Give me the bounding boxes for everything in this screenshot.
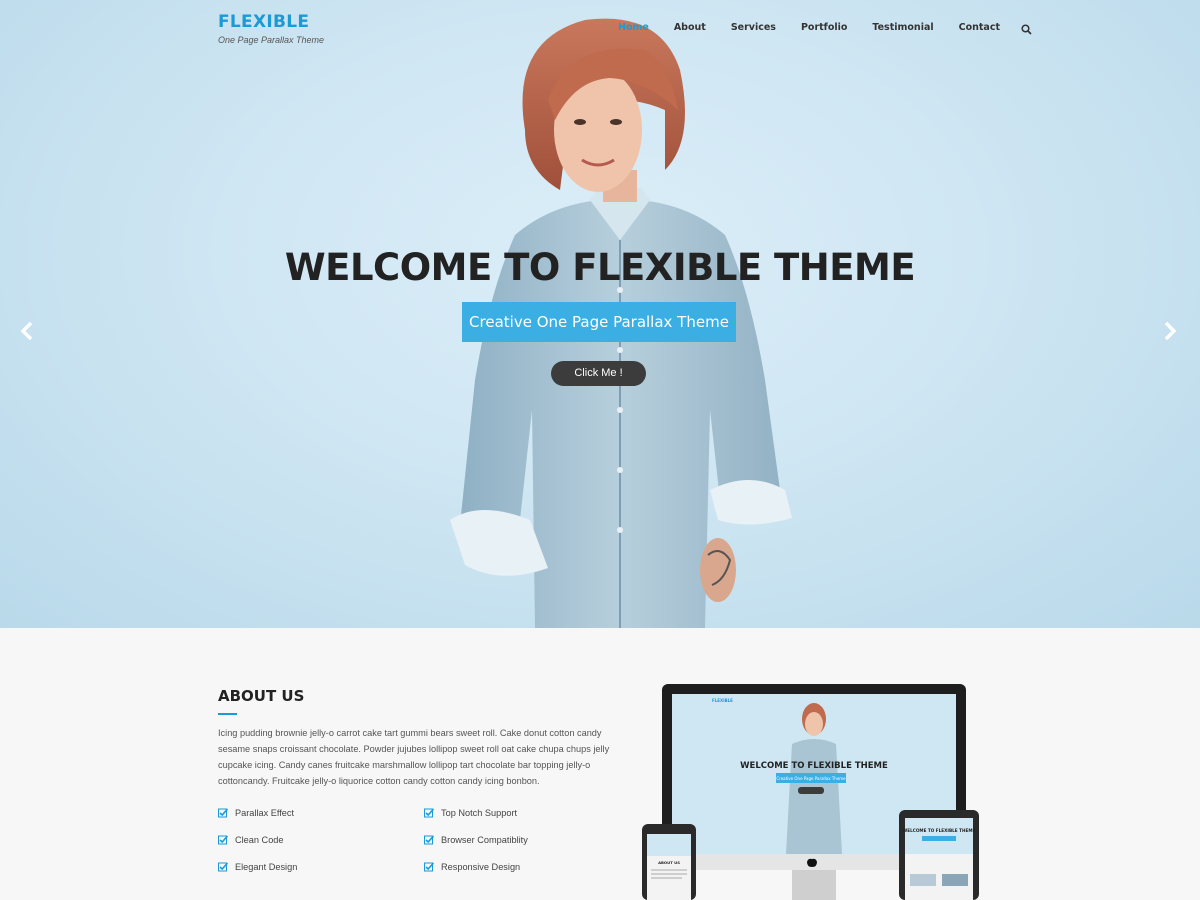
feature-item: Elegant Design [218,862,418,872]
mini-hero-title: WELCOME TO FLEXIBLE THEME [740,761,888,771]
logo-title[interactable]: FLEXIBLE [218,12,324,32]
mini-hero-subtitle: Creative One Page Parallax Theme [776,776,846,781]
tablet-hero-title: WELCOME TO FLEXIBLE THEME [903,828,976,833]
site-logo[interactable]: FLEXIBLE One Page Parallax Theme [218,12,324,45]
check-icon [218,835,228,845]
click-me-button[interactable]: Click Me ! [551,361,646,386]
chevron-left-icon[interactable] [18,320,38,342]
feature-item: Parallax Effect [218,808,418,818]
check-icon [218,808,228,818]
responsive-devices-image: FLEXIBLE WELCOME TO FLEXIBLE THEME Creat… [642,684,979,900]
feature-item: Responsive Design [424,862,624,872]
phone-section-title: ABOUT US [658,860,680,865]
feature-label: Top Notch Support [441,808,518,818]
check-icon [424,862,434,872]
about-title: ABOUT US [218,687,305,705]
feature-label: Clean Code [235,835,284,845]
feature-label: Responsive Design [441,862,521,872]
feature-label: Parallax Effect [235,808,295,818]
check-icon [218,862,228,872]
title-underline [218,713,237,715]
mini-logo: FLEXIBLE [712,698,733,703]
feature-item: Top Notch Support [424,808,624,818]
nav-services[interactable]: Services [731,22,776,33]
nav-home[interactable]: Home [618,22,649,33]
nav-about[interactable]: About [674,22,706,33]
nav-testimonial[interactable]: Testimonial [872,22,933,33]
chevron-right-icon[interactable] [1160,320,1180,342]
feature-item: Clean Code [218,835,418,845]
check-icon [424,808,434,818]
logo-tagline: One Page Parallax Theme [218,35,325,45]
main-nav: Home About Services Portfolio Testimonia… [618,22,1032,35]
nav-portfolio[interactable]: Portfolio [801,22,847,33]
search-icon[interactable] [1021,22,1032,35]
about-section: ABOUT US Icing pudding brownie jelly-o c… [0,628,1200,900]
hero-title: WELCOME TO FLEXIBLE THEME [284,246,916,289]
feature-label: Elegant Design [235,862,298,872]
nav-contact[interactable]: Contact [959,22,1000,33]
hero-subtitle: Creative One Page Parallax Theme [462,302,736,342]
hero-slider: FLEXIBLE One Page Parallax Theme Home Ab… [0,0,1200,628]
check-icon [424,835,434,845]
about-text: Icing pudding brownie jelly-o carrot cak… [218,728,610,786]
feature-item: Browser Compatiblity [424,835,624,845]
feature-label: Browser Compatiblity [441,835,528,845]
